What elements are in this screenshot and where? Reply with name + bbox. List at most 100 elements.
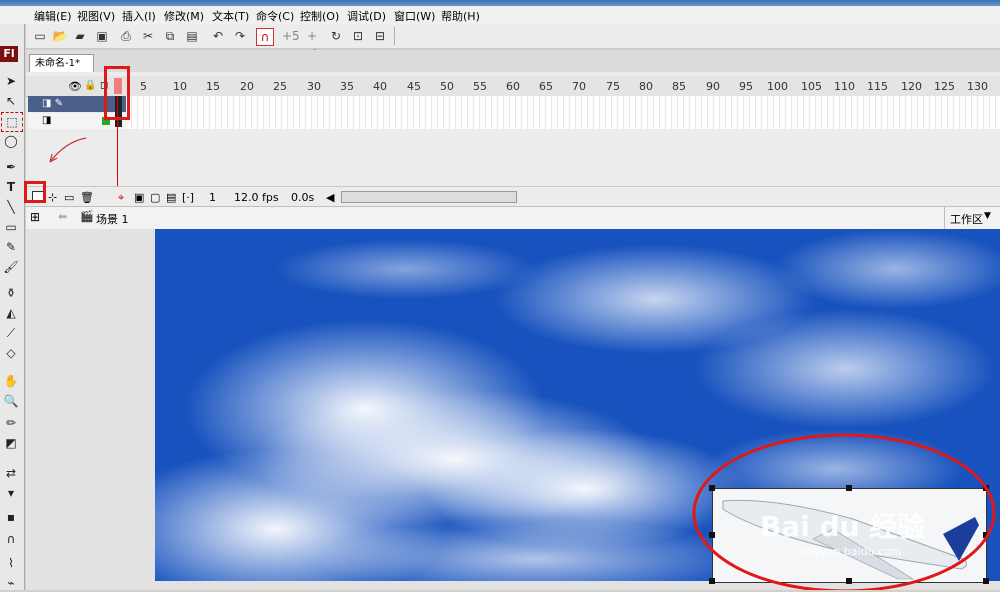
layer-icon: ◨ ✎ (42, 98, 64, 109)
document-tab-strip (26, 50, 1000, 72)
divider (944, 207, 945, 229)
frame-rate[interactable]: 12.0 fps (234, 191, 279, 204)
frame-number: 55 (473, 80, 487, 93)
scale-icon[interactable]: ⊡ (350, 28, 366, 44)
onion-outline-icon[interactable]: ▢ (150, 191, 160, 204)
new-file-icon[interactable]: ▭ (32, 28, 48, 44)
scroll-left-icon[interactable]: ◀ (326, 191, 334, 204)
frame-number: 125 (934, 80, 955, 93)
timeline-scrollbar[interactable] (341, 191, 517, 203)
straighten-option-icon[interactable]: ⌁ (1, 574, 21, 592)
layer-icon: ◨ (42, 115, 52, 126)
back-arrow-icon[interactable]: ⬅ (58, 210, 67, 223)
frame-number: 75 (606, 80, 620, 93)
smooth-icon[interactable]: +5 (282, 28, 300, 44)
frame-number: 5 (140, 80, 147, 93)
show-hide-layers-icon[interactable]: 👁 (68, 80, 82, 93)
delete-layer-icon[interactable]: 🗑 (80, 191, 94, 204)
timeline-header: 👁 🔒 ◻ 5 10 15 20 25 30 35 40 45 50 55 60… (26, 76, 1000, 97)
menu-debug[interactable]: 调试(D) (347, 8, 386, 24)
open-file-icon[interactable]: 📂 (52, 28, 68, 44)
subselection-tool-icon[interactable]: ↖ (1, 92, 21, 110)
smooth-option-icon[interactable]: ⌇ (1, 554, 21, 572)
frame-number: 90 (706, 80, 720, 93)
frame-number: 70 (572, 80, 586, 93)
save-icon[interactable]: ▣ (94, 28, 110, 44)
onion-markers-icon[interactable]: [·] (182, 191, 194, 204)
annotation-highlight-new-layer (24, 181, 46, 203)
frame-number: 85 (672, 80, 686, 93)
menu-control[interactable]: 控制(O) (300, 8, 339, 24)
zoom-tool-icon[interactable]: 🔍 (1, 392, 21, 410)
frame-number: 120 (901, 80, 922, 93)
swap-colors-icon[interactable]: ⇄ (1, 464, 21, 482)
elapsed-time: 0.0s (291, 191, 315, 204)
document-tab[interactable]: 未命名-1* (29, 54, 94, 73)
timeline-status-bar: ⊹ ▭ 🗑 ⌖ ▣ ▢ ▤ [·] 1 12.0 fps 0.0s ◀ (26, 186, 1000, 207)
frame-number: 50 (440, 80, 454, 93)
default-colors-icon[interactable]: ▪ (1, 508, 21, 526)
menu-view[interactable]: 视图(V) (77, 8, 115, 24)
snap-option-icon[interactable]: ∩ (1, 530, 21, 548)
undo-icon[interactable]: ↶ (210, 28, 226, 44)
line-tool-icon[interactable]: ╲ (1, 198, 21, 216)
pencil-tool-icon[interactable]: ✎ (1, 238, 21, 256)
edit-bar: ⊞ ⬅ 🎬 场景 1 工作区 ▼ (26, 206, 1000, 230)
menu-insert[interactable]: 插入(I) (122, 8, 156, 24)
timeline-toggle-icon[interactable]: ⊞ (30, 210, 40, 224)
fill-color-icon[interactable]: ◩ (1, 434, 21, 452)
free-transform-tool-icon[interactable]: ⬚ (1, 112, 23, 132)
text-tool-icon[interactable]: T (1, 178, 21, 196)
frame-number: 10 (173, 80, 187, 93)
onion-skin-icon[interactable]: ▣ (134, 191, 144, 204)
lasso-tool-icon[interactable]: ◯ (1, 132, 21, 150)
chevron-down-icon[interactable]: ▼ (984, 211, 991, 221)
menu-edit[interactable]: 编辑(E) (34, 8, 72, 24)
paste-icon[interactable]: ▤ (184, 28, 200, 44)
frame-grid[interactable] (126, 96, 1000, 129)
menu-modify[interactable]: 修改(M) (164, 8, 204, 24)
stroke-color-icon[interactable]: ✏ (1, 414, 21, 432)
frame-number: 80 (639, 80, 653, 93)
menu-commands[interactable]: 命令(C) (256, 8, 294, 24)
menu-window[interactable]: 窗口(W) (394, 8, 435, 24)
current-frame: 1 (209, 191, 216, 204)
menu-bar: 编辑(E) 视图(V) 插入(I) 修改(M) 文本(T) 命令(C) 控制(O… (0, 6, 1000, 25)
workspace-menu[interactable]: 工作区 (950, 211, 983, 227)
ink-bottle-tool-icon[interactable]: ⚱ (1, 284, 21, 302)
snap-magnet-icon[interactable]: ∩ (256, 28, 274, 46)
lock-layers-icon[interactable]: 🔒 (84, 80, 96, 91)
pen-tool-icon[interactable]: ✒ (1, 158, 21, 176)
redo-icon[interactable]: ↷ (232, 28, 248, 44)
hand-tool-icon[interactable]: ✋ (1, 372, 21, 390)
print-icon[interactable]: ⎙ (118, 28, 134, 44)
center-frame-icon[interactable]: ⌖ (118, 191, 124, 205)
scene-label[interactable]: 场景 1 (96, 211, 129, 227)
copy-icon[interactable]: ⧉ (162, 28, 178, 44)
edit-multiple-frames-icon[interactable]: ▤ (166, 191, 176, 204)
paint-bucket-tool-icon[interactable]: ◭ (1, 304, 21, 322)
annotation-highlight-playhead (104, 66, 130, 120)
frame-number: 25 (273, 80, 287, 93)
motion-guide-icon[interactable]: ⊹ (48, 191, 57, 204)
rectangle-tool-icon[interactable]: ▭ (1, 218, 21, 236)
frame-number: 100 (767, 80, 788, 93)
new-folder-icon[interactable]: ▭ (64, 191, 74, 204)
selection-tool-icon[interactable]: ➤ (1, 72, 21, 90)
menu-text[interactable]: 文本(T) (212, 8, 249, 24)
cut-icon[interactable]: ✂ (140, 28, 156, 44)
align-icon[interactable]: ⊟ (372, 28, 388, 44)
browse-icon[interactable]: ▰ (72, 28, 88, 44)
frame-number: 60 (506, 80, 520, 93)
frame-number: 115 (867, 80, 888, 93)
option-icon[interactable]: ▾ (1, 484, 21, 502)
menu-help[interactable]: 帮助(H) (441, 8, 480, 24)
annotation-ellipse (692, 433, 996, 590)
frame-number: 105 (801, 80, 822, 93)
eyedropper-tool-icon[interactable]: ⟋ (1, 324, 21, 342)
rotate-icon[interactable]: ↻ (328, 28, 344, 44)
eraser-tool-icon[interactable]: ◇ (1, 344, 21, 362)
straighten-icon[interactable]: +< (304, 28, 320, 59)
brush-tool-icon[interactable]: 🖌 (1, 258, 21, 276)
frame-number: 30 (307, 80, 321, 93)
